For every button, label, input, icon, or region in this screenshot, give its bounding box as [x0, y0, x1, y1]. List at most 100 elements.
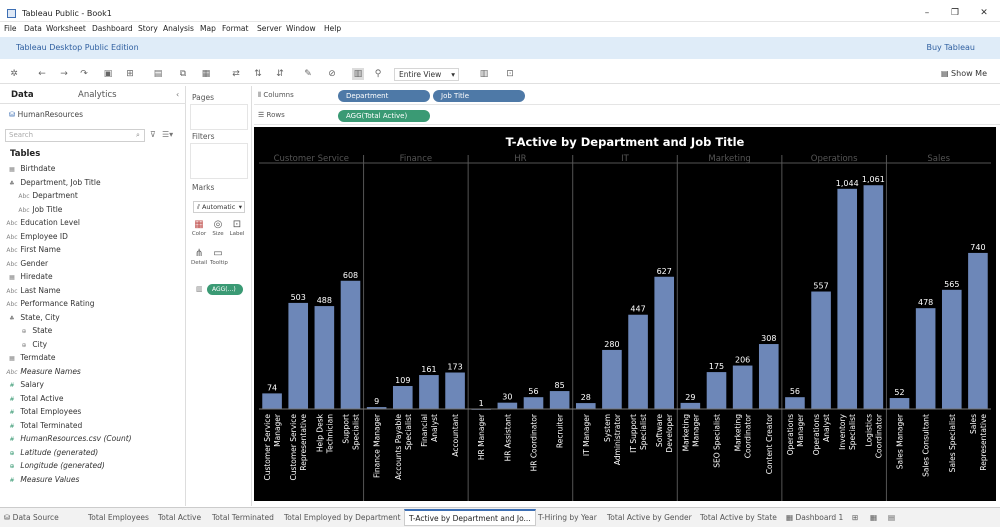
- menu-window[interactable]: Window: [286, 24, 316, 33]
- redo-icon[interactable]: →: [58, 68, 70, 80]
- department-pill[interactable]: Department: [338, 90, 430, 102]
- color-button[interactable]: ▦ Color: [191, 219, 207, 243]
- agg-label-pill[interactable]: AGG(...): [207, 284, 243, 295]
- field-item[interactable]: ⊕ City: [18, 340, 47, 352]
- sheet-tab[interactable]: Total Terminated: [212, 513, 274, 522]
- close-icon[interactable]: ✕: [977, 7, 991, 19]
- menu-help[interactable]: Help: [324, 24, 341, 33]
- field-item[interactable]: # HumanResources.csv (Count): [6, 434, 131, 446]
- data-source-tab[interactable]: ⛁ Data Source: [4, 513, 59, 522]
- bar: [706, 372, 727, 409]
- undo-icon[interactable]: ←: [36, 68, 48, 80]
- job-title-pill[interactable]: Job Title: [433, 90, 525, 102]
- field-item[interactable]: ♣ Department, Job Title: [6, 178, 100, 190]
- mark-type-dropdown[interactable]: ⫽ Automatic ▾: [193, 201, 245, 213]
- tooltip-icon: ▭: [213, 248, 223, 259]
- menu-file[interactable]: File: [4, 24, 17, 33]
- view-options-icon[interactable]: ☰▾: [162, 130, 173, 139]
- field-label: Gender: [18, 258, 49, 268]
- field-item[interactable]: # Total Employees: [6, 407, 81, 419]
- minimize-icon[interactable]: –: [920, 7, 934, 19]
- filters-card[interactable]: [190, 143, 248, 179]
- field-label: State: [30, 326, 53, 335]
- field-item[interactable]: # Total Terminated: [6, 421, 82, 433]
- duplicate-icon[interactable]: ⧉: [177, 68, 189, 80]
- buy-tableau-link[interactable]: Buy Tableau: [927, 43, 976, 52]
- sort-desc-icon[interactable]: ⇵: [274, 68, 286, 80]
- highlight-icon[interactable]: ✎: [302, 68, 314, 80]
- sheet-tab[interactable]: Total Active: [158, 513, 201, 522]
- group-icon[interactable]: ⊘: [326, 68, 338, 80]
- field-item[interactable]: Abc Performance Rating: [6, 299, 94, 311]
- mark-type-label: Automatic: [201, 203, 236, 211]
- field-item[interactable]: Abc Department: [18, 191, 77, 203]
- present-icon[interactable]: ⊡: [504, 68, 516, 80]
- menu-server[interactable]: Server: [257, 24, 282, 33]
- field-item[interactable]: Abc Education Level: [6, 218, 80, 230]
- new-worksheet-icon[interactable]: ⊞: [852, 513, 858, 522]
- field-item[interactable]: ⊕ Latitude (generated): [6, 448, 98, 460]
- tableau-logo-icon[interactable]: ✲: [8, 68, 20, 80]
- tooltip-button[interactable]: ▭ Tooltip: [210, 248, 228, 272]
- pages-card[interactable]: [190, 104, 248, 130]
- menu-worksheet[interactable]: Worksheet: [46, 24, 86, 33]
- view-mode-dropdown[interactable]: Entire View ▾: [394, 68, 459, 81]
- sheet-tab[interactable]: Total Active by State: [700, 513, 777, 522]
- show-me-button[interactable]: ▤ Show Me: [941, 69, 987, 78]
- field-item[interactable]: # Total Active: [6, 394, 63, 406]
- field-item[interactable]: Abc Employee ID: [6, 232, 68, 244]
- pin-icon[interactable]: ⚲: [372, 68, 384, 80]
- restore-icon[interactable]: ❐: [948, 7, 962, 19]
- sheet-tab[interactable]: Total Employed by Department: [284, 513, 401, 522]
- sheet-tab[interactable]: T-Hiring by Year: [538, 513, 597, 522]
- menu-map[interactable]: Map: [200, 24, 216, 33]
- clear-sheet-icon[interactable]: ▦: [200, 68, 212, 80]
- field-item[interactable]: ♣ State, City: [6, 313, 59, 325]
- field-item[interactable]: # Salary: [6, 380, 43, 392]
- menu-dashboard[interactable]: Dashboard: [92, 24, 133, 33]
- field-item[interactable]: Abc Last Name: [6, 286, 60, 298]
- labels-icon[interactable]: ▥: [352, 68, 364, 80]
- field-item[interactable]: Abc Gender: [6, 259, 48, 271]
- datasource-item[interactable]: ⛁ HumanResources: [9, 110, 83, 119]
- field-item[interactable]: ▦ Termdate: [6, 353, 55, 365]
- sheet-tab[interactable]: Total Employees: [88, 513, 149, 522]
- menu-data[interactable]: Data: [24, 24, 42, 33]
- menu-story[interactable]: Story: [138, 24, 158, 33]
- field-item[interactable]: ▦ Birthdate: [6, 164, 55, 176]
- filter-icon[interactable]: ⊽: [150, 130, 156, 139]
- sheet-tab[interactable]: T-Active by Department and Jo...: [404, 509, 536, 526]
- chart-view[interactable]: T-Active by Department and Job Title Cus…: [254, 127, 996, 501]
- size-label: Size: [212, 231, 224, 237]
- field-item[interactable]: ⊕ Longitude (generated): [6, 461, 104, 473]
- dashboard-tab[interactable]: ▦ Dashboard 1: [786, 513, 843, 522]
- menu-format[interactable]: Format: [222, 24, 248, 33]
- field-item[interactable]: Abc First Name: [6, 245, 60, 257]
- search-input[interactable]: Search: [5, 129, 145, 142]
- field-item[interactable]: # Measure Values: [6, 475, 79, 487]
- size-button[interactable]: ◎ Size: [210, 219, 226, 243]
- sort-asc-icon[interactable]: ⇅: [252, 68, 264, 80]
- tab-data[interactable]: Data: [11, 90, 34, 100]
- field-item[interactable]: ⊕ State: [18, 326, 52, 338]
- chart-icon[interactable]: ▥: [478, 68, 490, 80]
- replay-icon[interactable]: ↷: [78, 68, 90, 80]
- sheet-tab[interactable]: Total Active by Gender: [607, 513, 692, 522]
- new-datasource-icon[interactable]: ⊞: [124, 68, 136, 80]
- label-button[interactable]: ⊡ Label: [229, 219, 245, 243]
- menu-analysis[interactable]: Analysis: [163, 24, 194, 33]
- abc-icon: Abc: [6, 233, 18, 241]
- detail-button[interactable]: ⋔ Detail: [191, 248, 207, 272]
- tab-analytics[interactable]: Analytics: [78, 90, 117, 100]
- save-icon[interactable]: ▣: [102, 68, 114, 80]
- field-item[interactable]: Abc Measure Names: [6, 367, 80, 379]
- collapse-pane-icon[interactable]: ‹: [176, 90, 179, 99]
- field-item[interactable]: ▦ Hiredate: [6, 272, 52, 284]
- new-dashboard-icon[interactable]: ▦: [870, 513, 877, 522]
- new-worksheet-icon[interactable]: ▤: [152, 68, 164, 80]
- swap-icon[interactable]: ⇄: [230, 68, 242, 80]
- job-title-label: IT SupportSpecialist: [629, 414, 648, 453]
- new-story-icon[interactable]: ▤: [888, 513, 895, 522]
- agg-total-active-pill[interactable]: AGG(Total Active): [338, 110, 430, 122]
- field-item[interactable]: Abc Job Title: [18, 205, 62, 217]
